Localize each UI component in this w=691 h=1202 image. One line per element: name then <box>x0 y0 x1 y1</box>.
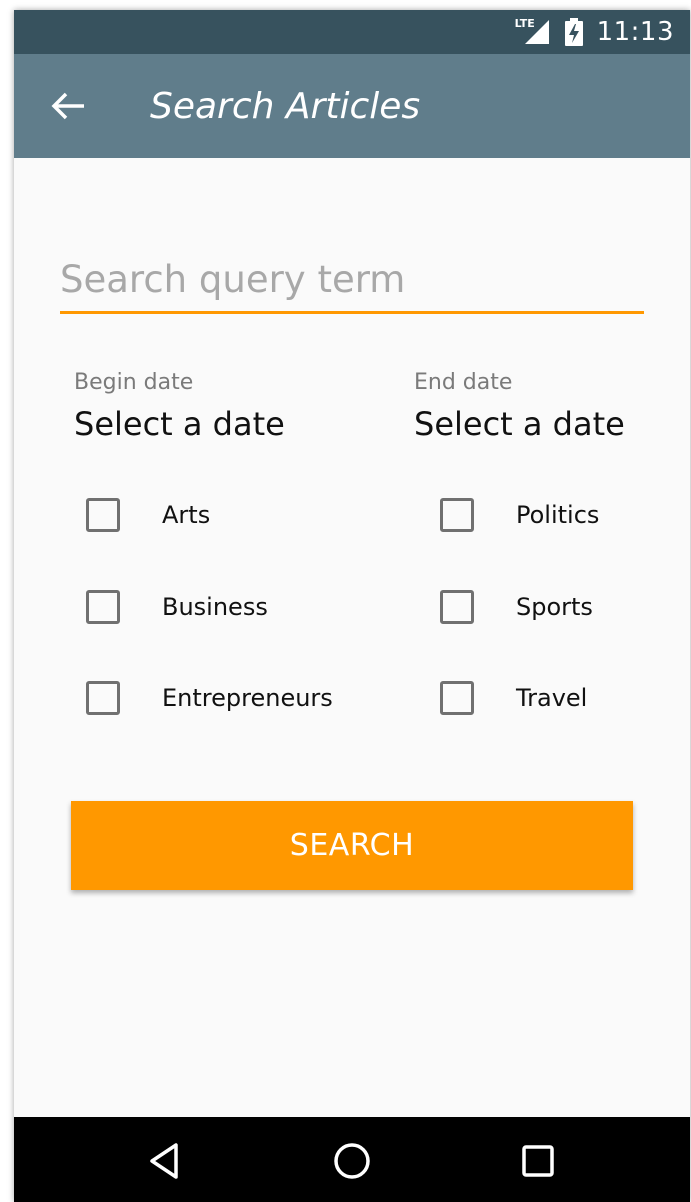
home-circle-icon <box>334 1143 370 1179</box>
search-button[interactable]: SEARCH <box>71 801 633 890</box>
checkbox-box[interactable] <box>86 681 120 715</box>
checkbox-label: Sports <box>516 593 593 621</box>
checkbox-label: Arts <box>162 501 211 529</box>
system-nav-bar <box>14 1117 690 1202</box>
app-bar: Search Articles <box>14 54 690 158</box>
checkbox-label: Travel <box>516 684 588 712</box>
battery-charging-icon <box>564 18 583 46</box>
checkbox-entrepreneurs[interactable]: Entrepreneurs <box>86 681 333 715</box>
end-date-picker: End date Select a date <box>414 370 625 443</box>
checkbox-travel[interactable]: Travel <box>440 681 587 715</box>
begin-date-label: Begin date <box>74 370 194 395</box>
back-button[interactable] <box>38 76 98 136</box>
checkbox-business[interactable]: Business <box>86 590 268 624</box>
checkbox-box[interactable] <box>440 590 474 624</box>
recents-square-icon <box>522 1145 554 1177</box>
arrow-left-icon <box>51 92 84 120</box>
checkbox-box[interactable] <box>440 498 474 532</box>
search-form: Begin date Select a date End date Select… <box>14 158 690 1118</box>
device-screen: LTE 11:13 Search Articles Search query t… <box>14 10 690 1202</box>
begin-date-select[interactable]: Select a date <box>74 405 285 443</box>
page-title: Search Articles <box>150 85 421 127</box>
checkbox-label: Politics <box>516 501 600 529</box>
end-date-select[interactable]: Select a date <box>414 405 625 443</box>
checkbox-box[interactable] <box>86 590 120 624</box>
checkbox-box[interactable] <box>86 498 120 532</box>
nav-recents-button[interactable] <box>516 1139 560 1183</box>
search-input[interactable] <box>60 254 644 314</box>
begin-date-picker: Begin date Select a date <box>74 370 285 443</box>
checkbox-label: Entrepreneurs <box>162 684 333 712</box>
status-bar: LTE 11:13 <box>14 10 690 54</box>
checkbox-label: Business <box>162 593 268 621</box>
checkbox-arts[interactable]: Arts <box>86 498 210 532</box>
checkbox-sports[interactable]: Sports <box>440 590 593 624</box>
checkbox-box[interactable] <box>440 681 474 715</box>
nav-back-button[interactable] <box>144 1139 188 1183</box>
back-triangle-icon <box>150 1143 178 1179</box>
lte-signal-icon: LTE <box>515 17 551 46</box>
end-date-label: End date <box>414 370 513 395</box>
nav-home-button[interactable] <box>330 1139 374 1183</box>
checkbox-politics[interactable]: Politics <box>440 498 599 532</box>
clock-time: 11:13 <box>596 17 674 47</box>
